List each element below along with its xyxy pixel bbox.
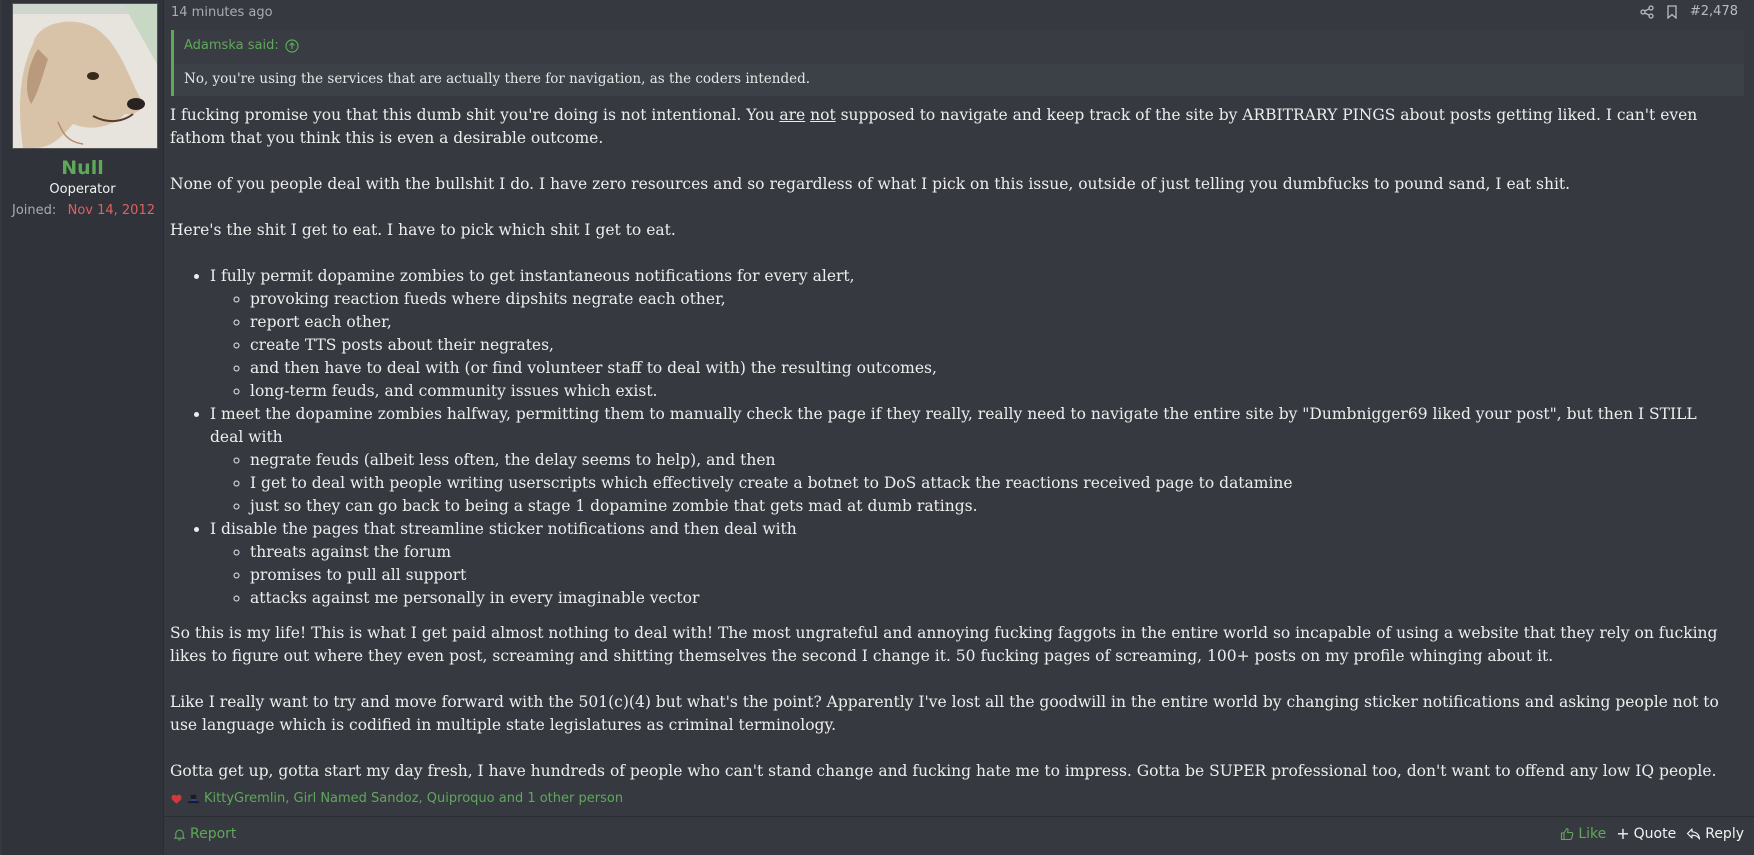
- paragraph-1: I fucking promise you that this dumb shi…: [170, 104, 1730, 150]
- quote-header: Adamska said:: [174, 30, 1744, 64]
- report-button[interactable]: Report: [173, 826, 236, 842]
- sub-list-item: attacks against me personally in every i…: [250, 587, 1730, 610]
- quote-label: Quote: [1633, 826, 1677, 842]
- paragraph-2: None of you people deal with the bullshi…: [170, 175, 1571, 193]
- like-button[interactable]: Like: [1560, 826, 1606, 842]
- joined-label: Joined:: [12, 203, 57, 218]
- reply-label: Reply: [1705, 826, 1744, 842]
- quote-author[interactable]: Adamska said:: [184, 38, 299, 53]
- reactions-bar[interactable]: KittyGremlin, Girl Named Sandoz, Quiproq…: [170, 791, 623, 806]
- bookmark-icon[interactable]: [1666, 4, 1678, 19]
- sub-list: negrate feuds (albeit less often, the de…: [210, 449, 1730, 518]
- paragraph-4: So this is my life! This is what I get p…: [170, 624, 1718, 665]
- post-timestamp[interactable]: 14 minutes ago: [171, 5, 273, 20]
- quote-block: Adamska said: No, you're using the servi…: [171, 30, 1744, 96]
- bell-icon: [173, 828, 186, 840]
- dog-avatar-image: [13, 4, 157, 148]
- list-item: I fully permit dopamine zombies to get i…: [210, 265, 1730, 403]
- post-number[interactable]: #2,478: [1690, 4, 1738, 19]
- list-item: I disable the pages that streamline stic…: [210, 518, 1730, 610]
- list-item-text: I meet the dopamine zombies halfway, per…: [210, 405, 1697, 446]
- paragraph-6: Gotta get up, gotta start my day fresh, …: [170, 762, 1717, 780]
- sub-list-item: provoking reaction fueds where dipshits …: [250, 288, 1730, 311]
- footer-actions: Like + Quote Reply: [1560, 826, 1744, 842]
- sub-list-item: report each other,: [250, 311, 1730, 334]
- reply-button[interactable]: Reply: [1686, 826, 1744, 842]
- sub-list-item: just so they can go back to being a stag…: [250, 495, 1730, 518]
- p1-underlined-not: not: [810, 106, 836, 124]
- p1-underlined-are: are: [779, 106, 806, 124]
- quote-text: No, you're using the services that are a…: [184, 71, 811, 87]
- quote-author-label: Adamska said:: [184, 38, 279, 53]
- user-sidebar: Null Ooperator Joined: Nov 14, 2012: [2, 0, 164, 855]
- sub-list-item: promises to pull all support: [250, 564, 1730, 587]
- list-item-text: I disable the pages that streamline stic…: [210, 520, 797, 538]
- post-body: I fucking promise you that this dumb shi…: [170, 104, 1730, 783]
- thumbs-up-icon: [1561, 827, 1574, 841]
- arrow-up-circle-icon[interactable]: [285, 38, 299, 53]
- reactions-text[interactable]: KittyGremlin, Girl Named Sandoz, Quiproq…: [204, 791, 623, 806]
- post-main: 14 minutes ago #2,478 Adamska said: No, …: [164, 0, 1754, 855]
- post-footer: Report Like + Quote Reply: [164, 817, 1754, 855]
- post-header-actions: #2,478: [1640, 4, 1738, 19]
- list-item-text: I fully permit dopamine zombies to get i…: [210, 267, 855, 285]
- post-header: 14 minutes ago #2,478: [164, 0, 1746, 26]
- paragraph-3: Here's the shit I get to eat. I have to …: [170, 221, 676, 239]
- sub-list-item: negrate feuds (albeit less often, the de…: [250, 449, 1730, 472]
- options-list: I fully permit dopamine zombies to get i…: [170, 265, 1730, 610]
- sub-list-item: threats against the forum: [250, 541, 1730, 564]
- p1-text-a: I fucking promise you that this dumb shi…: [170, 106, 780, 124]
- sub-list-item: and then have to deal with (or find volu…: [250, 357, 1730, 380]
- sub-list-item: I get to deal with people writing usersc…: [250, 472, 1730, 495]
- paragraph-5: Like I really want to try and move forwa…: [170, 693, 1719, 734]
- quote-button[interactable]: + Quote: [1616, 824, 1677, 843]
- share-icon[interactable]: [1640, 4, 1654, 19]
- list-item: I meet the dopamine zombies halfway, per…: [210, 403, 1730, 518]
- sub-list-item: create TTS posts about their negrates,: [250, 334, 1730, 357]
- username[interactable]: Null: [2, 157, 163, 179]
- hat-icon: [187, 794, 200, 804]
- user-title: Ooperator: [49, 182, 116, 197]
- sub-list-item: long-term feuds, and community issues wh…: [250, 380, 1730, 403]
- report-label: Report: [190, 826, 237, 842]
- like-label: Like: [1578, 826, 1607, 842]
- post-container: Null Ooperator Joined: Nov 14, 2012 14 m…: [0, 0, 1754, 855]
- plus-icon: +: [1616, 824, 1630, 843]
- joined-date: Nov 14, 2012: [67, 203, 155, 218]
- options-list-container: I fully permit dopamine zombies to get i…: [170, 265, 1730, 610]
- reply-arrow-icon: [1687, 828, 1701, 840]
- sub-list: threats against the forum promises to pu…: [210, 541, 1730, 610]
- heart-icon: [171, 794, 182, 804]
- avatar[interactable]: [12, 3, 158, 149]
- sub-list: provoking reaction fueds where dipshits …: [210, 288, 1730, 403]
